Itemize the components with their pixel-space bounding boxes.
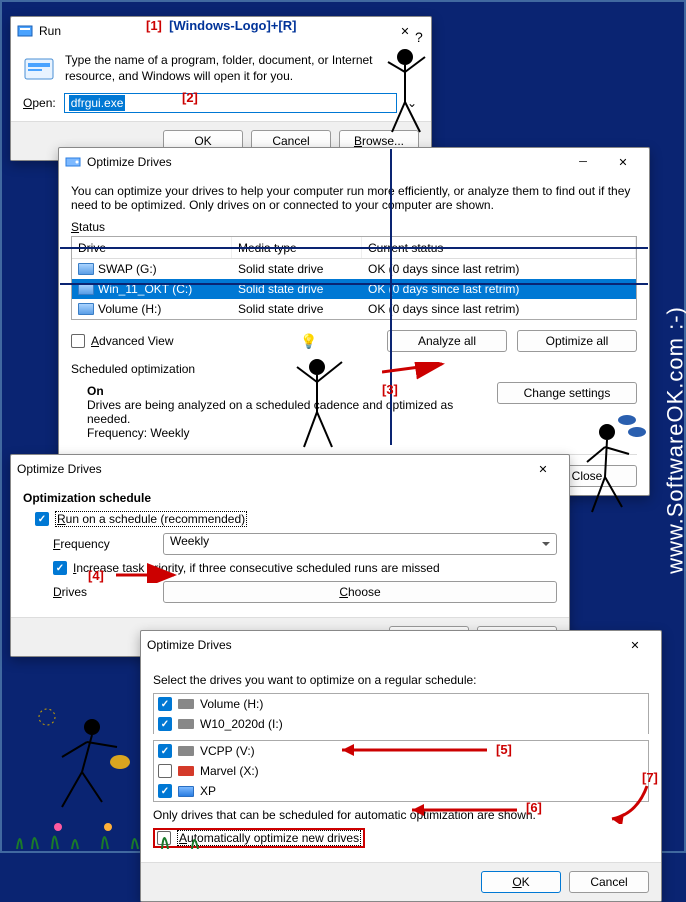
titlebar: Optimize Drives ─ ✕: [59, 148, 649, 176]
drive-icon: [178, 699, 194, 709]
auto-optimize-checkbox[interactable]: [157, 831, 171, 845]
run-schedule-checkbox[interactable]: [35, 512, 49, 526]
drive-item[interactable]: VCPP (V:): [154, 741, 648, 761]
minimize-button[interactable]: ─: [563, 149, 603, 175]
side-watermark: www.SoftwareOK.com :-): [663, 306, 686, 574]
run-icon: [17, 23, 33, 39]
drive-checkbox[interactable]: [158, 764, 172, 778]
titlebar: Run ✕: [11, 17, 431, 45]
optimize-drives-dialog: Optimize Drives ─ ✕ You can optimize you…: [58, 147, 650, 496]
close-button[interactable]: ✕: [523, 456, 563, 482]
sched-text: Drives are being analyzed on a scheduled…: [87, 398, 497, 426]
analyze-all-button[interactable]: Analyze all: [387, 330, 507, 352]
drive-item[interactable]: Marvel (X:): [154, 761, 648, 781]
drive-item[interactable]: Volume (H:): [154, 694, 648, 714]
drive-list-body[interactable]: SWAP (G:) Solid state drive OK (0 days s…: [72, 259, 636, 319]
auto-optimize-label: Automatically optimize new drives: [177, 830, 361, 846]
run-title: Run: [39, 24, 385, 38]
close-button[interactable]: ✕: [385, 18, 425, 44]
drive-icon: [178, 746, 194, 756]
cancel-button[interactable]: Cancel: [569, 871, 649, 893]
drives-label: Drives: [53, 585, 153, 599]
ok-button[interactable]: OK: [481, 871, 561, 893]
run-description: Type the name of a program, folder, docu…: [65, 53, 419, 85]
increase-priority-checkbox[interactable]: [53, 561, 67, 575]
open-label: Open:: [23, 96, 56, 110]
optimize-description: You can optimize your drives to help you…: [71, 184, 637, 212]
schedule-title: Optimize Drives: [17, 462, 523, 476]
run-dialog: Run ✕ Type the name of a program, folder…: [10, 16, 432, 161]
open-input[interactable]: dfrgui.exe: [64, 93, 397, 113]
dropdown-arrow-icon[interactable]: ⌄: [405, 96, 419, 110]
run-big-icon: [23, 53, 55, 85]
drive-icon: [78, 303, 94, 315]
advanced-view-checkbox[interactable]: [71, 334, 85, 348]
drive-checkbox[interactable]: [158, 784, 172, 798]
drive-item[interactable]: W10_2020d (I:): [154, 714, 648, 734]
schedule-heading: Optimization schedule: [23, 491, 557, 505]
drive-checkbox[interactable]: [158, 744, 172, 758]
frequency-label: Frequency: [53, 537, 153, 551]
drive-row[interactable]: SWAP (G:) Solid state drive OK (0 days s…: [72, 259, 636, 279]
schedule-dialog: Optimize Drives ✕ Optimization schedule …: [10, 454, 570, 657]
drive-icon: [65, 154, 81, 170]
select-title: Optimize Drives: [147, 638, 615, 652]
titlebar: Optimize Drives ✕: [11, 455, 569, 483]
drive-icon: [178, 719, 194, 729]
titlebar: Optimize Drives ✕: [141, 631, 661, 659]
frequency-select[interactable]: Weekly: [163, 533, 557, 555]
optimize-all-button[interactable]: Optimize all: [517, 330, 637, 352]
increase-priority-label: Increase task priority, if three consecu…: [73, 561, 440, 575]
optimize-title: Optimize Drives: [87, 155, 563, 169]
choose-button[interactable]: Choose: [163, 581, 557, 603]
select-drives-dialog: Optimize Drives ✕ Select the drives you …: [140, 630, 662, 902]
info-text: Only drives that can be scheduled for au…: [153, 808, 649, 822]
drive-checkbox[interactable]: [158, 717, 172, 731]
drive-icon: [178, 766, 194, 776]
drive-row[interactable]: Win_11_OKT (C:) Solid state drive OK (0 …: [72, 279, 636, 299]
stick-figure: [32, 702, 142, 832]
select-heading: Select the drives you want to optimize o…: [153, 673, 649, 687]
drive-item[interactable]: XP: [154, 781, 648, 801]
change-settings-button[interactable]: Change settings: [497, 382, 637, 404]
run-schedule-label: Run on a schedule (recommended): [55, 511, 247, 527]
close-button[interactable]: ✕: [615, 632, 655, 658]
sched-on: On: [87, 384, 497, 398]
drive-row[interactable]: Volume (H:) Solid state drive OK (0 days…: [72, 299, 636, 319]
advanced-view-label: Advanced View: [91, 334, 174, 348]
drive-icon: [178, 786, 194, 797]
drive-icon: [78, 263, 94, 275]
status-label: Status: [71, 220, 637, 234]
sched-freq: Frequency: Weekly: [87, 426, 497, 440]
drive-checkbox[interactable]: [158, 697, 172, 711]
close-button[interactable]: ✕: [603, 149, 643, 175]
sched-opt-label: Scheduled optimization: [71, 362, 637, 376]
